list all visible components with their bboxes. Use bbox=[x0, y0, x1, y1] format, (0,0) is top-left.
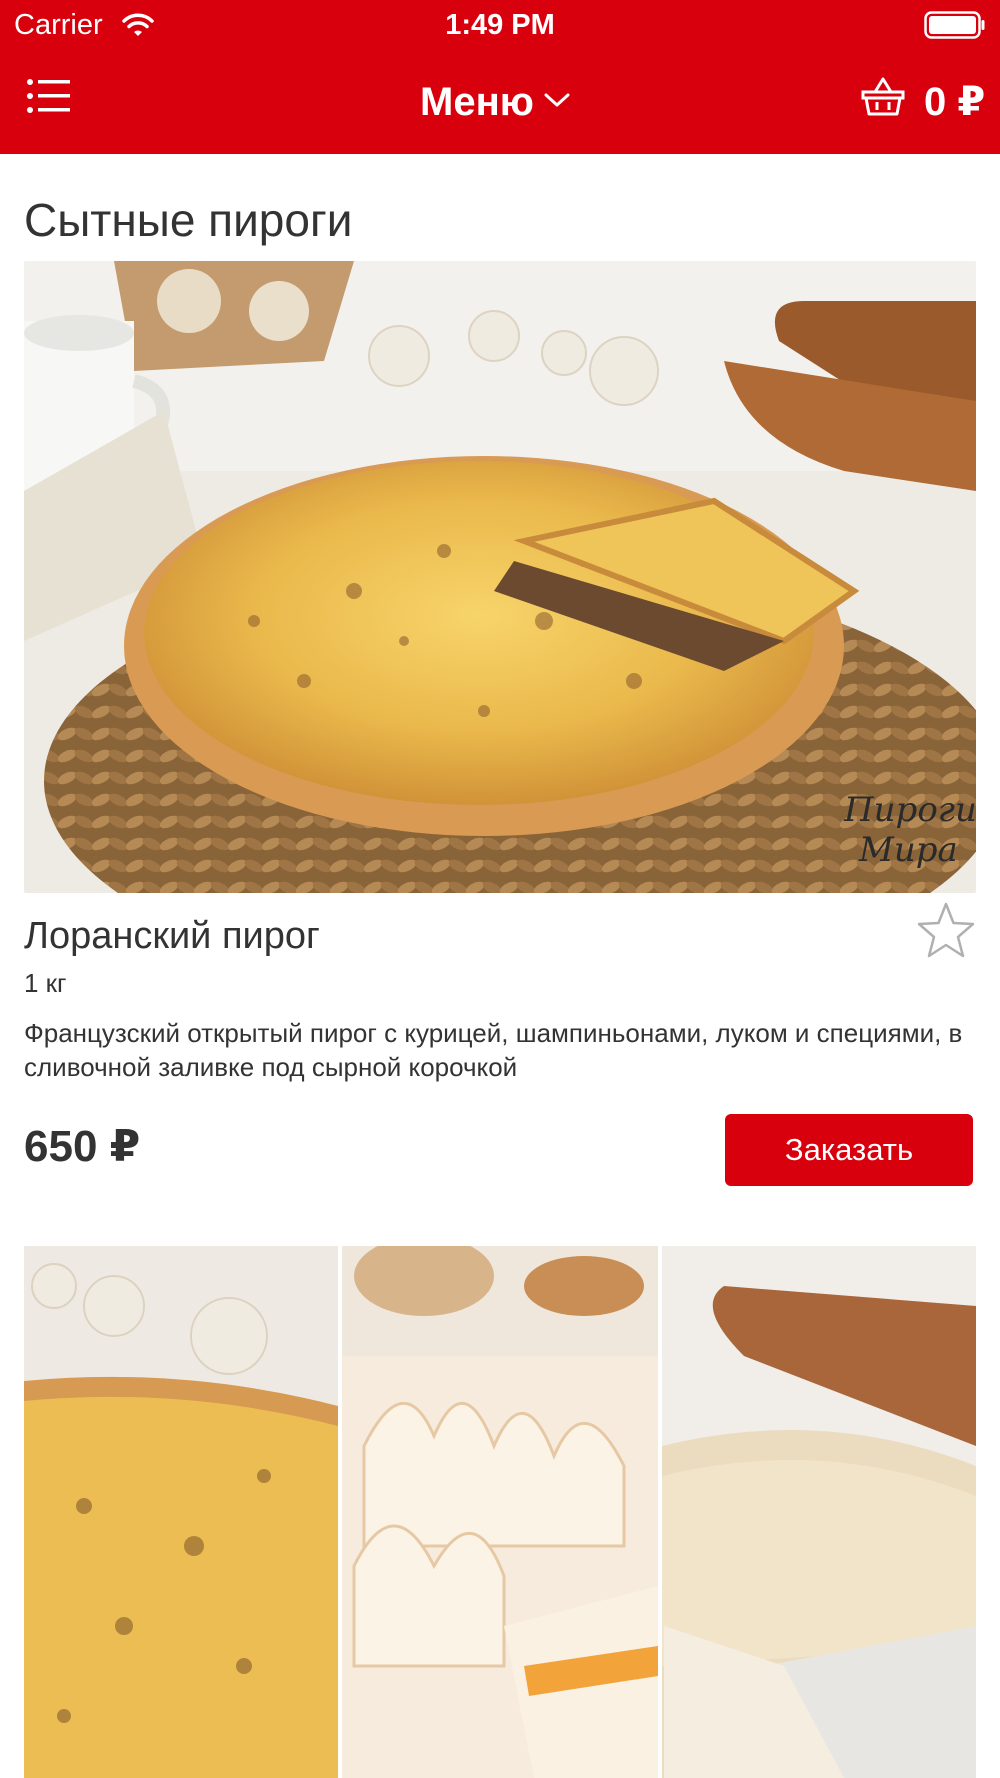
product-photo[interactable]: Пироги Мира bbox=[24, 261, 976, 893]
page-title: Меню bbox=[420, 79, 534, 124]
product-price: 650 ₽ bbox=[24, 1122, 141, 1171]
navigation-bar: Меню 0 ₽ bbox=[0, 52, 1000, 154]
cart-total[interactable]: 0 ₽ bbox=[924, 72, 985, 132]
product-description: Французский открытый пирог с курицей, ша… bbox=[24, 1018, 963, 1082]
product-weight: 1 кг bbox=[24, 968, 67, 998]
next-product-photo[interactable] bbox=[24, 1246, 976, 1778]
menu-dropdown[interactable]: Меню bbox=[420, 72, 570, 132]
top-bar: Carrier 1:49 PM Меню 0 ₽ bbox=[0, 0, 1000, 154]
svg-text:Мира: Мира bbox=[858, 830, 958, 870]
list-menu-icon[interactable] bbox=[24, 74, 84, 130]
order-button[interactable]: Заказать bbox=[725, 1114, 973, 1186]
star-icon[interactable] bbox=[915, 900, 977, 962]
battery-icon bbox=[924, 11, 986, 44]
product-title: Лоранский пирог bbox=[24, 915, 320, 957]
status-bar: Carrier 1:49 PM bbox=[0, 0, 1000, 52]
status-time: 1:49 PM bbox=[445, 9, 555, 41]
section-title: Сытные пироги bbox=[24, 194, 353, 246]
basket-icon[interactable] bbox=[860, 74, 910, 124]
chevron-down-icon bbox=[544, 92, 570, 113]
svg-text:Пироги: Пироги bbox=[843, 790, 976, 830]
